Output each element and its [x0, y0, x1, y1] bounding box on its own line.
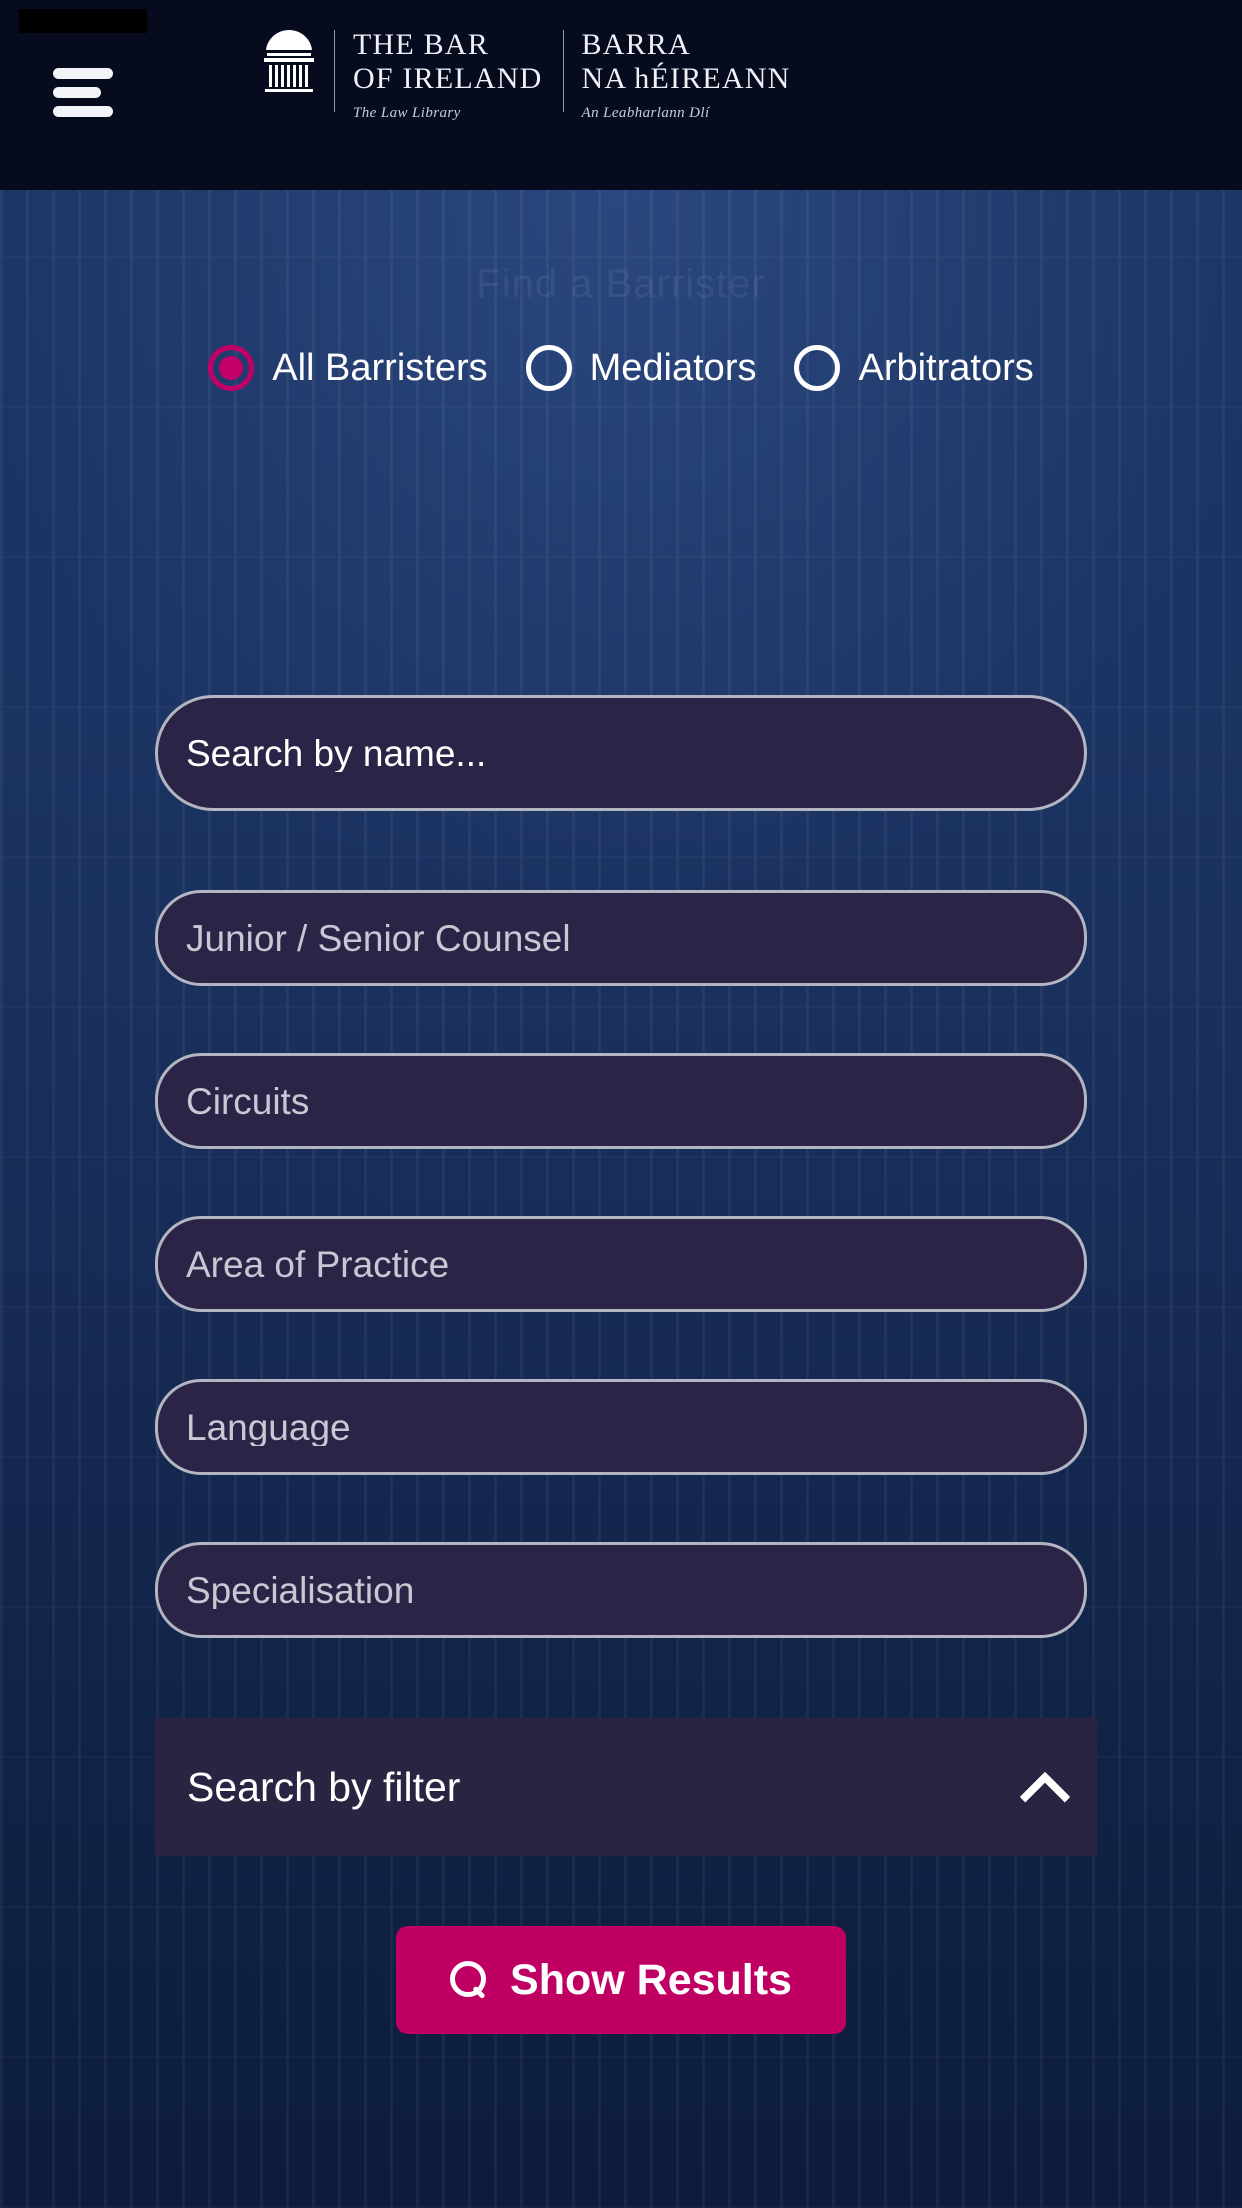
logo-en-line1: THE BAR: [353, 28, 489, 61]
hamburger-bar-3: [53, 106, 113, 117]
show-results-label: Show Results: [510, 1955, 792, 2004]
dropdown-specialisation[interactable]: Specialisation: [155, 1542, 1087, 1638]
logo-divider-1: [334, 30, 335, 112]
hamburger-icon[interactable]: [53, 68, 115, 117]
search-type-radio-group: All Barristers Mediators Arbitrators: [0, 345, 1242, 391]
redaction-box: [19, 9, 147, 33]
logo-en-line2: OF IRELAND: [353, 61, 543, 95]
radio-label-all-barristers: All Barristers: [272, 347, 488, 389]
logo-text-english: THE BAR OF IRELAND The Law Library: [353, 28, 543, 122]
logo-ga-line2: NA hÉIREANN: [581, 61, 791, 95]
search-name-input[interactable]: Search by name...: [155, 695, 1087, 811]
radio-option-arbitrators[interactable]: Arbitrators: [794, 345, 1034, 391]
radio-label-mediators: Mediators: [589, 347, 757, 389]
logo-text-irish: BARRA NA hÉIREANN An Leabharlann Dlí: [582, 28, 791, 122]
radio-label-arbitrators: Arbitrators: [858, 347, 1034, 389]
hero-faint-heading: Find a Barrister: [476, 262, 766, 306]
dropdown-area-of-practice[interactable]: Area of Practice: [155, 1216, 1087, 1312]
dropdown-label-junior-senior-counsel: Junior / Senior Counsel: [186, 919, 571, 957]
logo-ga-sub: An Leabharlann Dlí: [581, 105, 710, 122]
classical-building-icon: [264, 30, 314, 92]
dropdown-label-language: Language: [186, 1408, 351, 1446]
dropdown-label-specialisation: Specialisation: [186, 1571, 415, 1609]
search-name-placeholder: Search by name...: [186, 734, 487, 772]
dropdown-label-area-of-practice: Area of Practice: [186, 1245, 450, 1283]
hero-section: Find a Barrister All Barristers Mediator…: [0, 190, 1242, 2208]
radio-option-all-barristers[interactable]: All Barristers: [208, 345, 488, 391]
app-screen: THE BAR OF IRELAND The Law Library BARRA…: [0, 0, 1242, 2208]
show-results-button[interactable]: Show Results: [396, 1926, 846, 2034]
radio-icon-all-barristers[interactable]: [208, 345, 255, 391]
logo-ga-line1: BARRA: [581, 28, 691, 61]
logo-divider-2: [562, 30, 564, 112]
logo-en-sub: The Law Library: [353, 105, 461, 122]
dropdown-language[interactable]: Language: [155, 1379, 1087, 1475]
submit-row: Show Results: [0, 1748, 1242, 2034]
search-icon: [450, 1961, 488, 1999]
hamburger-bar-1: [53, 68, 113, 79]
hamburger-bar-2: [53, 87, 101, 98]
dropdown-circuits[interactable]: Circuits: [155, 1053, 1087, 1149]
radio-icon-arbitrators[interactable]: [794, 345, 841, 391]
radio-icon-mediators[interactable]: [525, 345, 572, 391]
dropdown-label-circuits: Circuits: [186, 1082, 310, 1120]
dropdown-junior-senior-counsel[interactable]: Junior / Senior Counsel: [155, 890, 1087, 986]
site-logo[interactable]: THE BAR OF IRELAND The Law Library BARRA…: [258, 28, 791, 121]
site-header: THE BAR OF IRELAND The Law Library BARRA…: [0, 0, 1242, 190]
radio-option-mediators[interactable]: Mediators: [525, 345, 757, 391]
